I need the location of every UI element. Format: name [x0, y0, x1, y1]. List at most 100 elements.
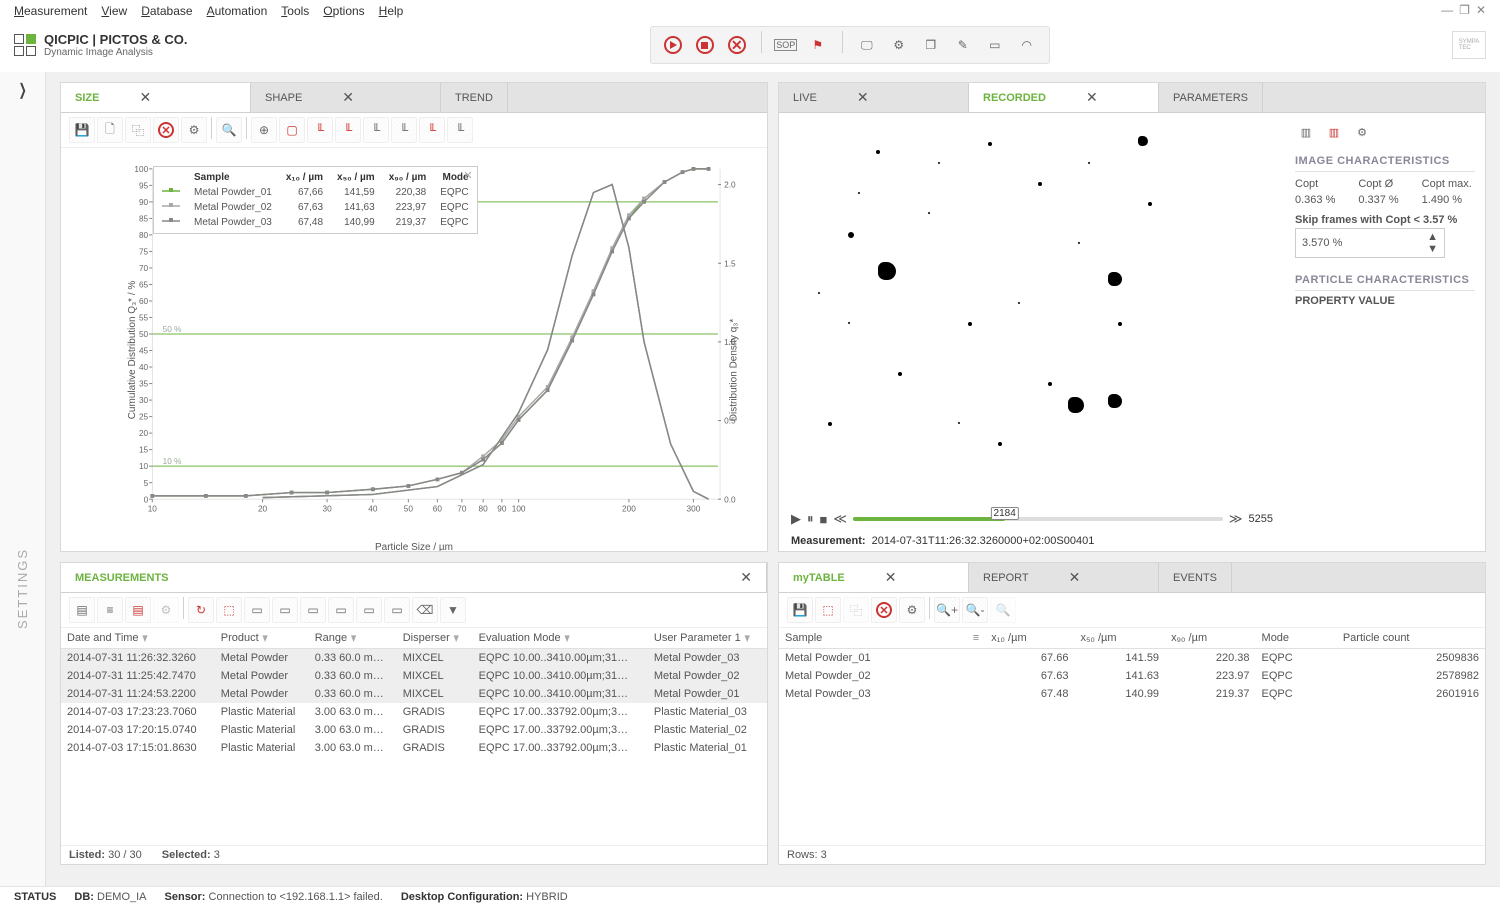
axis-3-icon[interactable]: ╙ — [363, 117, 389, 143]
measurements-table[interactable]: Date and Time▼Product▼Range▼Disperser▼Ev… — [61, 628, 767, 757]
stop-icon[interactable]: ■ — [820, 512, 828, 527]
stop-button[interactable] — [691, 31, 719, 59]
close-icon[interactable]: ✕ — [885, 569, 897, 586]
close-icon[interactable]: ✕ — [342, 89, 354, 106]
table-row[interactable]: 2014-07-31 11:25:42.7470Metal Powder0.33… — [61, 667, 767, 685]
mt-del-icon[interactable]: ✕ — [871, 597, 897, 623]
m-tb-roi[interactable]: ⬚ — [216, 597, 242, 623]
tab-events[interactable]: EVENTS — [1159, 563, 1232, 592]
monitor-button[interactable]: 🖵 — [853, 31, 881, 59]
close-icon[interactable]: ✕ — [1086, 89, 1098, 106]
column-header[interactable]: x₅₀ /µm — [1074, 628, 1165, 649]
mt-zoomin-icon[interactable]: 🔍+ — [934, 597, 960, 623]
roi-tool-icon[interactable]: ▥ — [1295, 121, 1317, 143]
play-icon[interactable]: ▶ — [791, 511, 801, 527]
roi-del-icon[interactable]: ▥ — [1323, 121, 1345, 143]
close-icon[interactable]: ✕ — [740, 569, 752, 586]
column-header[interactable]: x₁₀ /µm — [985, 628, 1074, 649]
frame-slider[interactable]: 2184 — [853, 517, 1223, 521]
axis-5-icon[interactable]: ╙ — [419, 117, 445, 143]
mt-zoomout-icon[interactable]: 🔍- — [962, 597, 988, 623]
sliders-button[interactable]: ⚙ — [885, 31, 913, 59]
m-tb-row4[interactable]: ▭ — [328, 597, 354, 623]
m-tb-row1[interactable]: ▭ — [244, 597, 270, 623]
menu-measurement[interactable]: Measurement — [14, 4, 87, 18]
sidebar-toggle[interactable]: ❯ — [18, 80, 26, 100]
close-icon[interactable]: ✕ — [139, 89, 151, 106]
table-row[interactable]: 2014-07-31 11:24:53.2200Metal Powder0.33… — [61, 685, 767, 703]
m-tb-2[interactable]: ≡ — [97, 597, 123, 623]
mytable-table[interactable]: Sample≡x₁₀ /µmx₅₀ /µmx₉₀ /µmModeParticle… — [779, 628, 1485, 703]
minimize-icon[interactable]: — — [1441, 3, 1453, 17]
table-row[interactable]: 2014-07-31 11:26:32.3260Metal Powder0.33… — [61, 649, 767, 668]
m-tb-clean[interactable]: ⌫ — [412, 597, 438, 623]
menu-options[interactable]: Options — [323, 4, 364, 18]
gear-icon[interactable]: ⚙ — [181, 117, 207, 143]
menu-automation[interactable]: Automation — [207, 4, 268, 18]
m-tb-filter[interactable]: ▼ — [440, 597, 466, 623]
menu-view[interactable]: View — [101, 4, 127, 18]
table-row[interactable]: Metal Powder_0367.48140.99219.37EQPC2601… — [779, 685, 1485, 703]
windows-button[interactable]: ❐ — [917, 31, 945, 59]
column-header[interactable]: x₉₀ /µm — [1165, 628, 1255, 649]
column-header[interactable]: ≡ — [963, 628, 985, 649]
column-header[interactable]: Sample — [779, 628, 963, 649]
table-row[interactable]: 2014-07-03 17:15:01.8630Plastic Material… — [61, 739, 767, 757]
dropper-button[interactable]: ✎ — [949, 31, 977, 59]
delete-icon[interactable]: ✕ — [153, 117, 179, 143]
axis-2-icon[interactable]: ╙ — [335, 117, 361, 143]
chart-area[interactable]: 90 % 50 % 10 % 0510152025303540455055606… — [61, 148, 767, 551]
mt-gear-icon[interactable]: ⚙ — [899, 597, 925, 623]
tab-size[interactable]: SIZE✕ — [61, 83, 251, 112]
column-header[interactable]: Disperser▼ — [397, 628, 473, 649]
rewind-icon[interactable]: ≪ — [833, 511, 847, 527]
axis-6-icon[interactable]: ╙ — [447, 117, 473, 143]
tab-measurements[interactable]: MEASUREMENTS ✕ — [61, 563, 767, 592]
save-icon[interactable]: 💾 — [69, 117, 95, 143]
tab-shape[interactable]: SHAPE✕ — [251, 83, 441, 112]
close-window-icon[interactable]: ✕ — [1476, 3, 1486, 17]
zoom-icon[interactable]: 🔍 — [216, 117, 242, 143]
record-button[interactable] — [659, 31, 687, 59]
mt-zoomx-icon[interactable]: 🔍 — [990, 597, 1016, 623]
gear-red-icon[interactable]: ⚙ — [1351, 121, 1373, 143]
skip-input[interactable]: 3.570 % ▲▼ — [1295, 228, 1445, 258]
m-tb-row2[interactable]: ▭ — [272, 597, 298, 623]
table-row[interactable]: Metal Powder_0267.63141.63223.97EQPC2578… — [779, 667, 1485, 685]
roi-square-icon[interactable]: ▢ — [279, 117, 305, 143]
tab-report[interactable]: REPORT✕ — [969, 563, 1159, 592]
copy-icon[interactable]: ⿻ — [125, 117, 151, 143]
m-tb-row5[interactable]: ▭ — [356, 597, 382, 623]
restore-icon[interactable]: ❐ — [1459, 3, 1470, 17]
rect-button[interactable]: ▭ — [981, 31, 1009, 59]
column-header[interactable]: Mode — [1256, 628, 1337, 649]
m-tb-refresh[interactable]: ↻ — [188, 597, 214, 623]
tab-recorded[interactable]: RECORDED✕ — [969, 83, 1159, 112]
m-tb-3[interactable]: ▤ — [125, 597, 151, 623]
menu-tools[interactable]: Tools — [281, 4, 309, 18]
sop-button[interactable]: SOP — [772, 31, 800, 59]
mt-copy-icon[interactable]: ⿻ — [843, 597, 869, 623]
column-header[interactable]: Range▼ — [309, 628, 397, 649]
column-header[interactable]: Evaluation Mode▼ — [473, 628, 648, 649]
axis-4-icon[interactable]: ╙ — [391, 117, 417, 143]
m-tb-row3[interactable]: ▭ — [300, 597, 326, 623]
pause-icon[interactable]: ⏸ — [807, 511, 814, 527]
particle-viewer[interactable] — [787, 121, 1277, 499]
table-row[interactable]: Metal Powder_0167.66141.59220.38EQPC2509… — [779, 649, 1485, 668]
m-tb-4[interactable]: ⚙ — [153, 597, 179, 623]
m-tb-row6[interactable]: ▭ — [384, 597, 410, 623]
flag-button[interactable]: ⚑ — [804, 31, 832, 59]
mt-save-icon[interactable]: 💾 — [787, 597, 813, 623]
tab-trend[interactable]: TREND — [441, 83, 508, 112]
legend-close-icon[interactable]: ✕ — [463, 169, 472, 182]
forward-icon[interactable]: ≫ — [1229, 511, 1243, 527]
menu-help[interactable]: Help — [379, 4, 404, 18]
tab-parameters[interactable]: PARAMETERS — [1159, 83, 1263, 112]
tab-live[interactable]: LIVE✕ — [779, 83, 969, 112]
column-header[interactable]: Date and Time▼ — [61, 628, 215, 649]
cancel-button[interactable]: ✕ — [723, 31, 751, 59]
close-icon[interactable]: ✕ — [1069, 569, 1081, 586]
axis-1-icon[interactable]: ╙ — [307, 117, 333, 143]
table-row[interactable]: 2014-07-03 17:20:15.0740Plastic Material… — [61, 721, 767, 739]
